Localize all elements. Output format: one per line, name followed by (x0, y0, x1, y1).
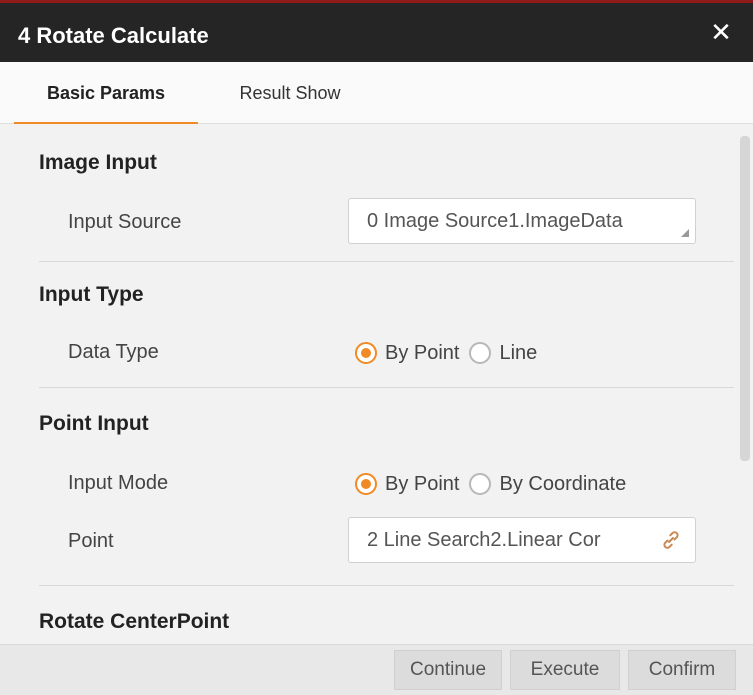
input-source-label: Input Source (68, 211, 182, 233)
input-mode-by-point-radio[interactable] (355, 473, 377, 495)
data-type-line-radio[interactable] (469, 342, 492, 364)
section-point-input-title: Point Input (39, 412, 149, 435)
params-panel: Image Input Input Source 0 Image Source1… (0, 124, 753, 644)
input-mode-by-coordinate-label[interactable]: By Coordinate (499, 473, 626, 496)
point-value: 2 Line Search2.Linear Cor (367, 529, 601, 551)
data-type-label: Data Type (68, 341, 159, 363)
dropdown-grip-icon (681, 229, 689, 237)
input-mode-by-point-label[interactable]: By Point (385, 473, 459, 496)
title-bar: 4 Rotate Calculate ✕ (0, 0, 753, 62)
close-icon[interactable]: ✕ (707, 18, 735, 46)
section-image-input-title: Image Input (39, 151, 157, 174)
execute-button[interactable]: Execute (510, 650, 620, 690)
continue-button[interactable]: Continue (394, 650, 502, 690)
data-type-by-point-radio[interactable] (355, 342, 377, 364)
tab-bar: Basic Params Result Show (0, 62, 753, 125)
tab-result-show[interactable]: Result Show (210, 62, 370, 124)
section-rotate-center-title: Rotate CenterPoint (39, 610, 230, 633)
section-input-type-title: Input Type (39, 283, 144, 306)
button-bar: Continue Execute Confirm (0, 644, 753, 695)
divider (39, 261, 734, 262)
confirm-button[interactable]: Confirm (628, 650, 736, 690)
data-type-radio-group: By Point Line (355, 338, 547, 368)
vertical-scrollbar[interactable] (740, 136, 750, 461)
data-type-by-point-label[interactable]: By Point (385, 342, 459, 365)
input-mode-by-coordinate-radio[interactable] (469, 473, 492, 495)
point-field[interactable]: 2 Line Search2.Linear Cor (348, 517, 696, 563)
divider (39, 387, 734, 388)
point-label: Point (68, 530, 114, 552)
dialog-title: 4 Rotate Calculate (18, 23, 209, 48)
input-source-field[interactable]: 0 Image Source1.ImageData (348, 198, 696, 244)
link-icon[interactable] (659, 528, 683, 552)
divider (39, 585, 734, 586)
input-mode-label: Input Mode (68, 472, 169, 494)
rotate-calculate-dialog: 4 Rotate Calculate ✕ Basic Params Result… (0, 0, 753, 695)
input-mode-radio-group: By Point By Coordinate (355, 469, 636, 499)
tab-basic-params[interactable]: Basic Params (14, 62, 198, 125)
data-type-line-label[interactable]: Line (499, 342, 537, 365)
input-source-value: 0 Image Source1.ImageData (367, 210, 623, 232)
